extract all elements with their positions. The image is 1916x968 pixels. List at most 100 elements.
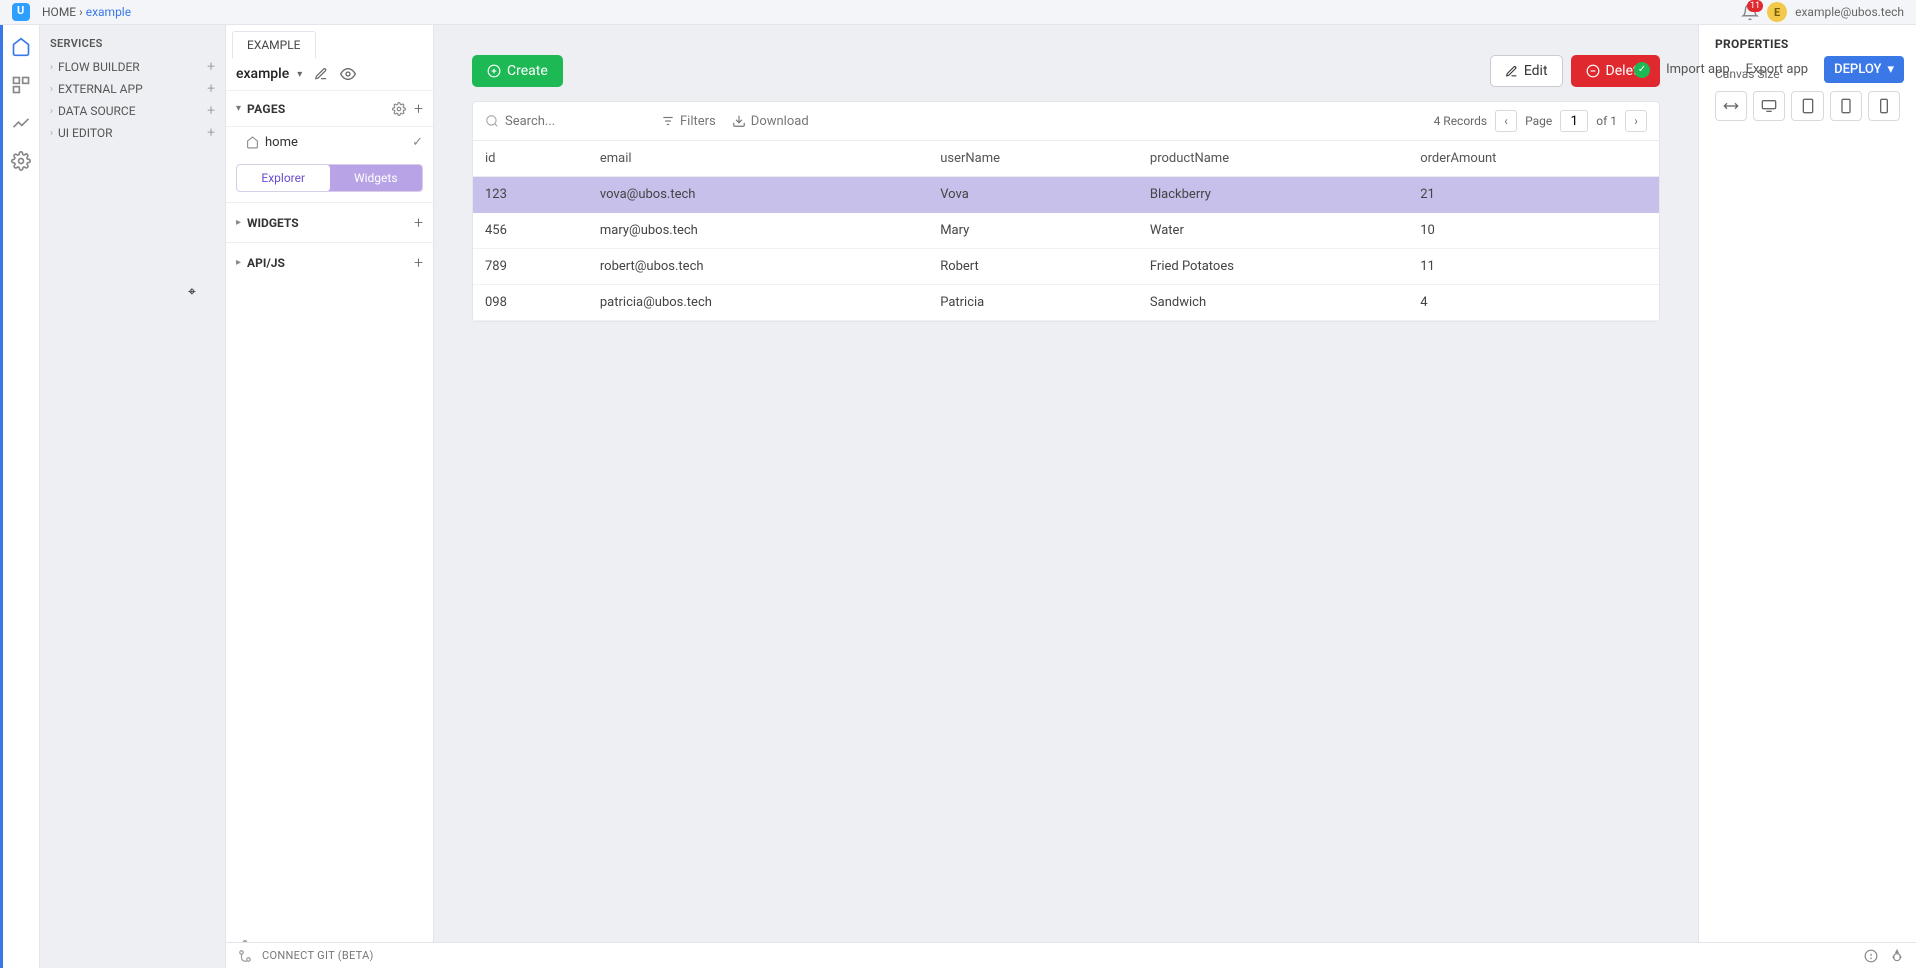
services-panel: SERVICES ›FLOW BUILDER+›EXTERNAL APP+›DA…: [40, 25, 226, 968]
connect-git-button[interactable]: CONNECT GIT (BETA): [262, 949, 374, 962]
canvas: Create Edit Delete: [434, 25, 1698, 968]
search-input-wrapper: [485, 114, 645, 129]
page-of: of 1: [1596, 114, 1617, 128]
table-header[interactable]: email: [588, 141, 928, 177]
table-cell: Patricia: [928, 285, 1138, 321]
table-header[interactable]: orderAmount: [1408, 141, 1659, 177]
service-item-label: EXTERNAL APP: [58, 82, 143, 96]
editor-nav: EXAMPLE example ▾ ▾ PAGES + home ✓ Explo…: [226, 25, 434, 968]
service-item[interactable]: › DATA SOURCE +: [40, 100, 225, 122]
edit-button-label: Edit: [1524, 63, 1548, 79]
mode-toggle: Explorer Widgets: [236, 164, 423, 192]
breadcrumb-home[interactable]: HOME: [42, 5, 76, 19]
breadcrumb-separator: ›: [79, 5, 83, 19]
page-next-button[interactable]: ›: [1625, 110, 1647, 132]
table-cell: 11: [1408, 249, 1659, 285]
pages-section-title: PAGES: [247, 102, 286, 116]
device-mobile-icon[interactable]: [1868, 91, 1900, 121]
breadcrumb: HOME › example: [42, 5, 131, 19]
device-tablet-icon[interactable]: [1791, 91, 1823, 121]
gear-icon[interactable]: [392, 102, 406, 116]
avatar[interactable]: E: [1767, 2, 1787, 22]
table-header[interactable]: id: [473, 141, 588, 177]
device-tablet-landscape-icon[interactable]: [1830, 91, 1862, 121]
service-item[interactable]: ›FLOW BUILDER+: [40, 56, 225, 78]
chevron-down-icon[interactable]: ▾: [297, 69, 302, 80]
chevron-right-icon: ›: [50, 84, 53, 95]
download-button[interactable]: Download: [732, 114, 809, 129]
rail-settings-icon[interactable]: [11, 151, 31, 171]
search-input[interactable]: [505, 114, 615, 129]
git-icon: [238, 949, 252, 963]
breadcrumb-current[interactable]: example: [86, 5, 131, 19]
topbar: HOME › example 11 E example@ubos.tech: [0, 0, 1916, 25]
table-cell: vova@ubos.tech: [588, 177, 928, 213]
table-cell: Fried Potatoes: [1138, 249, 1408, 285]
table-row[interactable]: 098patricia@ubos.techPatriciaSandwich4: [473, 285, 1659, 321]
add-api-button[interactable]: +: [414, 253, 423, 272]
page-selector-name[interactable]: example: [236, 66, 289, 82]
help-icon[interactable]: [1864, 949, 1878, 963]
add-icon[interactable]: +: [207, 125, 215, 141]
device-fluid-icon[interactable]: [1715, 91, 1747, 121]
table-cell: Robert: [928, 249, 1138, 285]
edit-icon[interactable]: [314, 67, 328, 81]
table-header[interactable]: userName: [928, 141, 1138, 177]
filters-label: Filters: [680, 114, 716, 129]
chevron-right-icon: ›: [50, 106, 53, 117]
page-input[interactable]: [1560, 110, 1588, 132]
chevron-down-icon[interactable]: ▾: [236, 103, 241, 114]
table-row[interactable]: 456mary@ubos.techMaryWater10: [473, 213, 1659, 249]
action-bar: ✓ Import app Export app DEPLOY ▾: [1634, 56, 1904, 83]
service-item-label: DATA SOURCE: [58, 104, 136, 118]
api-section-title: API/JS: [247, 256, 285, 270]
add-icon[interactable]: +: [207, 59, 215, 75]
chevron-down-icon: ▾: [1887, 62, 1894, 77]
add-page-button[interactable]: +: [414, 99, 423, 118]
deploy-button[interactable]: DEPLOY ▾: [1824, 56, 1904, 83]
download-label: Download: [751, 114, 809, 129]
editor-tab[interactable]: EXAMPLE: [232, 31, 316, 58]
import-app-button[interactable]: Import app: [1666, 62, 1730, 77]
table-row[interactable]: 789robert@ubos.techRobertFried Potatoes1…: [473, 249, 1659, 285]
widgets-section[interactable]: ▸ WIDGETS +: [226, 202, 433, 242]
mode-explorer[interactable]: Explorer: [236, 164, 331, 192]
page-label: Page: [1525, 114, 1552, 128]
rail-analytics-icon[interactable]: [11, 113, 31, 133]
add-widget-button[interactable]: +: [414, 213, 423, 232]
service-item[interactable]: ›UI EDITOR+: [40, 122, 225, 144]
eye-icon[interactable]: [340, 66, 356, 82]
service-item-label: FLOW BUILDER: [58, 60, 140, 74]
notifications-icon[interactable]: 11: [1741, 3, 1759, 21]
page-prev-button[interactable]: ‹: [1495, 110, 1517, 132]
logo-icon: [12, 3, 30, 21]
table-cell: Blackberry: [1138, 177, 1408, 213]
create-button[interactable]: Create: [472, 55, 563, 87]
add-icon[interactable]: +: [207, 103, 215, 119]
page-item-label: home: [265, 135, 298, 150]
table-cell: 456: [473, 213, 588, 249]
table-header[interactable]: productName: [1138, 141, 1408, 177]
table-cell: Vova: [928, 177, 1138, 213]
page-item-home[interactable]: home ✓: [226, 127, 433, 158]
bottom-bar: CONNECT GIT (BETA): [226, 942, 1916, 968]
deploy-label: DEPLOY: [1834, 62, 1881, 77]
api-section[interactable]: ▸ API/JS +: [226, 242, 433, 282]
export-app-button[interactable]: Export app: [1746, 62, 1808, 77]
edit-button[interactable]: Edit: [1490, 55, 1563, 87]
table-row[interactable]: 123vova@ubos.techVovaBlackberry21: [473, 177, 1659, 213]
table-cell: Sandwich: [1138, 285, 1408, 321]
notification-badge: 11: [1747, 0, 1763, 12]
mode-widgets[interactable]: Widgets: [330, 165, 423, 191]
table-cell: patricia@ubos.tech: [588, 285, 928, 321]
table-cell: mary@ubos.tech: [588, 213, 928, 249]
device-desktop-icon[interactable]: [1753, 91, 1785, 121]
rail-home-icon[interactable]: [11, 37, 31, 57]
check-icon: ✓: [412, 135, 423, 150]
table-cell: Water: [1138, 213, 1408, 249]
rail-apps-icon[interactable]: [11, 75, 31, 95]
debug-icon[interactable]: [1890, 949, 1904, 963]
add-icon[interactable]: +: [207, 81, 215, 97]
filters-button[interactable]: Filters: [661, 114, 716, 129]
service-item[interactable]: › EXTERNAL APP +: [40, 78, 225, 100]
